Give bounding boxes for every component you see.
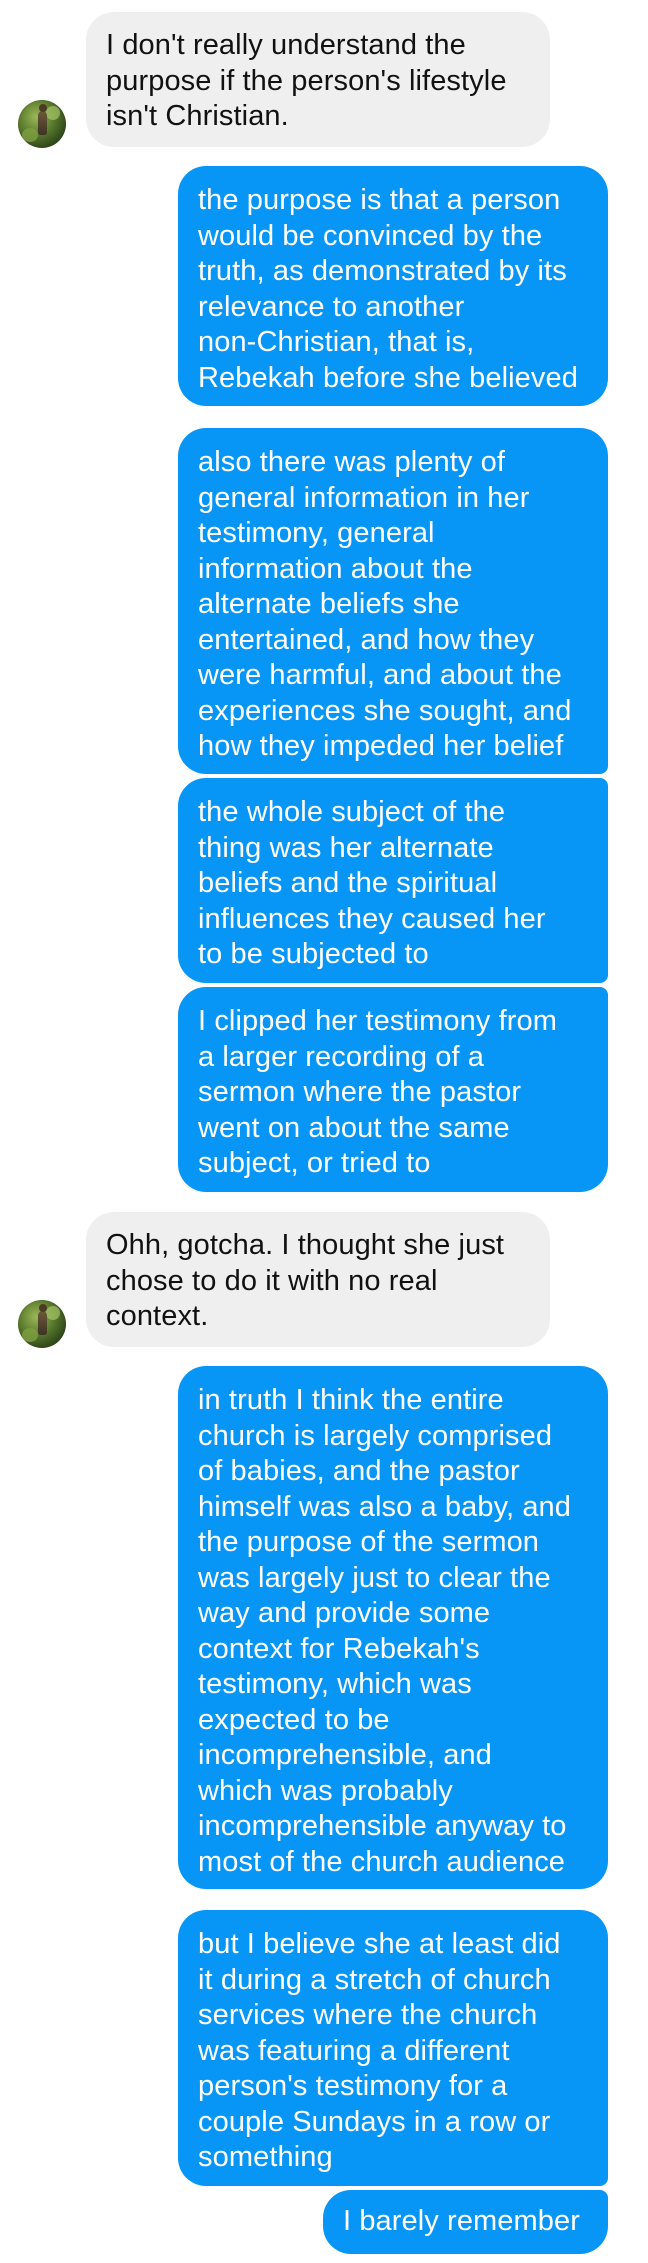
sent-message-bubble[interactable]: in truth I think the entire church is la…: [178, 1366, 608, 1889]
message-thread: I don't really understand the purpose if…: [0, 0, 648, 2263]
sent-message-bubble[interactable]: I barely remember: [323, 2190, 608, 2254]
received-message-bubble[interactable]: I don't really understand the purpose if…: [86, 12, 550, 147]
sent-message-bubble[interactable]: but I believe she at least did it during…: [178, 1910, 608, 2186]
sent-message-bubble[interactable]: also there was plenty of general informa…: [178, 428, 608, 774]
sent-message-bubble[interactable]: the purpose is that a person would be co…: [178, 166, 608, 406]
contact-avatar-icon[interactable]: [18, 100, 66, 148]
sent-message-bubble[interactable]: I clipped her testimony from a larger re…: [178, 987, 608, 1192]
contact-avatar-icon[interactable]: [18, 1300, 66, 1348]
received-message-bubble[interactable]: Ohh, gotcha. I thought she just chose to…: [86, 1212, 550, 1347]
sent-message-bubble[interactable]: the whole subject of the thing was her a…: [178, 778, 608, 983]
